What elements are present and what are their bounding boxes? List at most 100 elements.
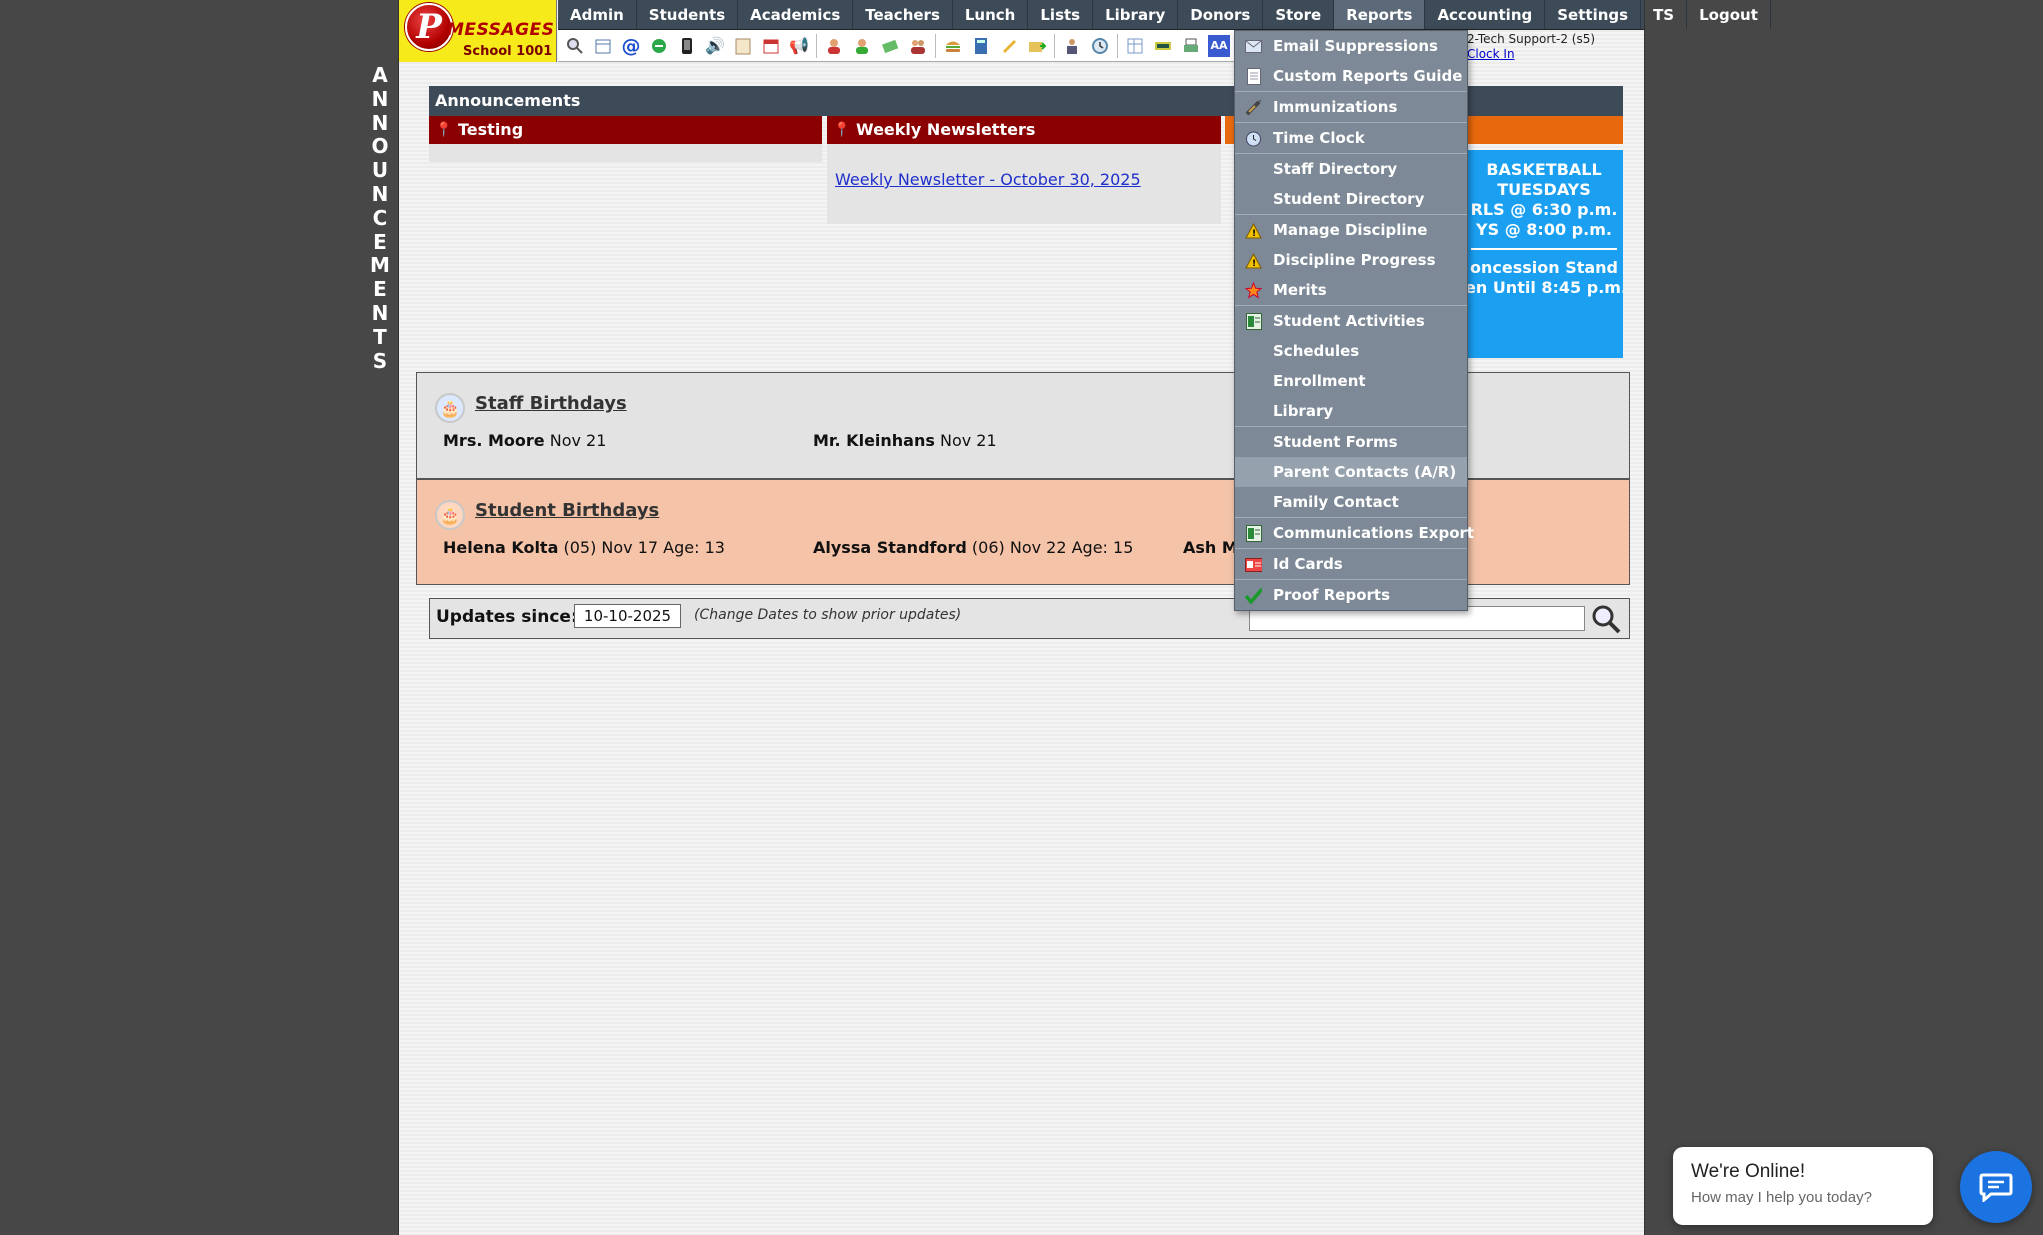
nav-academics[interactable]: Academics [738,0,854,29]
id-strip-icon[interactable] [1152,35,1174,57]
menu-item-label: Manage Discipline [1273,221,1428,239]
staff-birthdays-title[interactable]: Staff Birthdays [475,393,627,414]
newsletter-link[interactable]: Weekly Newsletter - October 30, 2025 [835,170,1141,189]
menu-item-library[interactable]: Library [1235,396,1467,426]
menu-item-student-directory[interactable]: Student Directory [1235,184,1467,214]
staff-icon[interactable] [1061,35,1083,57]
at-sign-icon[interactable]: @ [620,35,642,57]
nav-ts[interactable]: TS [1641,0,1688,29]
menu-item-discipline-progress[interactable]: ! Discipline Progress [1235,245,1467,275]
banner-letter: T [373,324,387,349]
user-green-icon[interactable] [851,35,873,57]
calendar-icon[interactable] [760,35,782,57]
birthday-name: Mrs. Moore [443,431,545,450]
gift-icon[interactable] [998,35,1020,57]
nav-donors[interactable]: Donors [1178,0,1264,29]
mobile-phone-icon[interactable] [676,35,698,57]
menu-item-label: Parent Contacts (A/R) [1273,463,1457,481]
menu-item-enrollment[interactable]: Enrollment [1235,366,1467,396]
syringe-icon [1245,99,1262,116]
nav-store[interactable]: Store [1263,0,1335,29]
banner-letter: N [371,181,389,206]
announcement-panel-newsletters: 📍 Weekly Newsletters [827,116,1221,144]
nav-settings[interactable]: Settings [1545,0,1642,29]
student-birthdays-title[interactable]: Student Birthdays [475,500,659,521]
updates-hint: (Change Dates to show prior updates) [694,607,962,623]
document-icon [1245,68,1262,85]
birthday-detail: Nov 21 [939,431,997,450]
menu-item-label: Student Activities [1273,312,1425,330]
menu-item-student-forms[interactable]: Student Forms [1235,427,1467,457]
nav-logout[interactable]: Logout [1687,0,1771,29]
menu-item-id-cards[interactable]: Id Cards [1235,549,1467,579]
announcement-panel-testing: 📍 Testing [429,116,822,144]
menu-item-schedules[interactable]: Schedules [1235,336,1467,366]
nav-students[interactable]: Students [637,0,739,29]
menu-item-immunizations[interactable]: Immunizations [1235,92,1467,122]
menu-item-parent-contacts[interactable]: Parent Contacts (A/R) [1235,457,1467,487]
printer-icon[interactable] [1180,35,1202,57]
toolbar-divider [816,33,817,58]
users-pair-icon[interactable] [907,35,929,57]
speaker-icon[interactable]: 🔊 [704,35,726,57]
menu-item-label: Immunizations [1273,98,1398,116]
menu-item-proof-reports[interactable]: Proof Reports [1235,580,1467,610]
user-red-icon[interactable] [823,35,845,57]
logo-mark: P [405,3,453,51]
menu-item-label: Student Directory [1273,190,1425,208]
birthday-detail: Nov 21 [549,431,607,450]
burger-icon[interactable] [942,35,964,57]
menu-item-time-clock[interactable]: Time Clock [1235,123,1467,153]
star-icon [1245,282,1262,299]
menu-item-staff-directory[interactable]: Staff Directory [1235,154,1467,184]
birthday-detail: (05) Nov 17 Age: 13 [563,538,725,557]
chat-greeting-bubble[interactable]: We're Online! How may I help you today? [1673,1147,1933,1225]
menu-item-label: Discipline Progress [1273,251,1436,269]
menu-item-custom-reports-guide[interactable]: Custom Reports Guide [1235,61,1467,91]
announcement-text-line: en Until 8:45 p.m. [1465,278,1623,297]
nav-admin[interactable]: Admin [558,0,637,29]
book-icon[interactable] [970,35,992,57]
nav-lists[interactable]: Lists [1028,0,1094,29]
announcements-vertical-banner: A N N O U N C E M E N T S [366,63,394,373]
reports-dropdown-menu: Email Suppressions Custom Reports Guide … [1234,30,1474,611]
updates-date-input[interactable]: 10-10-2025 [574,604,681,628]
table-icon[interactable] [1124,35,1146,57]
banner-letter: E [373,277,387,302]
notepad-icon[interactable] [732,35,754,57]
pushpin-icon: 📍 [833,122,851,138]
megaphone-icon[interactable]: 📢 [788,35,810,57]
search-icon[interactable] [564,35,586,57]
nav-lunch[interactable]: Lunch [953,0,1029,29]
birthday-name: Ash M [1183,538,1238,557]
nav-reports[interactable]: Reports [1334,0,1426,29]
banner-letter: N [371,110,389,135]
menu-item-student-activities[interactable]: Student Activities [1235,306,1467,336]
search-button[interactable] [1590,603,1622,635]
chat-arrows-icon[interactable] [648,35,670,57]
menu-item-family-contact[interactable]: Family Contact [1235,487,1467,517]
magnifier-icon [1592,605,1621,634]
menu-item-label: Schedules [1273,342,1360,360]
menu-item-email-suppressions[interactable]: Email Suppressions [1235,31,1467,61]
chat-title: We're Online! [1691,1161,1806,1182]
nav-teachers[interactable]: Teachers [853,0,953,29]
birthday-entry: Helena Kolta (05) Nov 17 Age: 13 [443,538,725,557]
menu-item-merits[interactable]: Merits [1235,275,1467,305]
menu-item-manage-discipline[interactable]: ! Manage Discipline [1235,215,1467,245]
money-icon[interactable] [879,35,901,57]
clock-icon[interactable] [1089,35,1111,57]
menu-item-label: Custom Reports Guide [1273,67,1463,85]
nav-accounting[interactable]: Accounting [1425,0,1546,29]
font-size-icon[interactable]: AA [1208,34,1230,57]
calendar-grid-icon[interactable] [592,35,614,57]
announcement-text-line: oncession Stand [1469,258,1618,277]
clock-in-link[interactable]: Clock In [1467,47,1595,62]
folder-arrow-icon[interactable] [1026,35,1048,57]
app-logo[interactable]: P MESSAGES School 1001 [399,0,557,62]
announcement-body-testing [429,144,822,162]
banner-letter: O [371,134,389,159]
menu-item-communications-export[interactable]: Communications Export [1235,518,1474,548]
nav-library[interactable]: Library [1093,0,1179,29]
chat-launcher-button[interactable] [1960,1151,2032,1223]
